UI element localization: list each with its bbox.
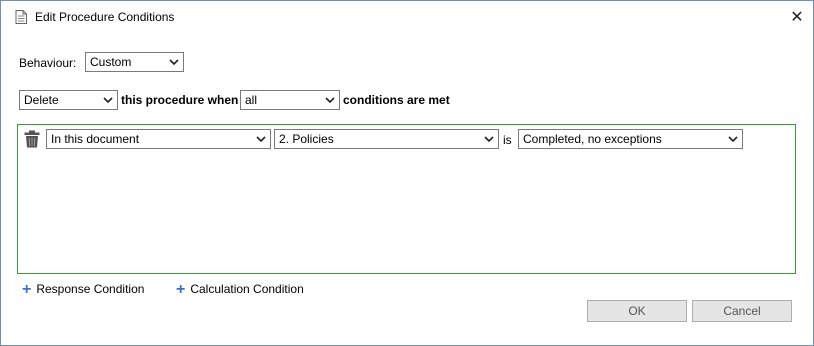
behaviour-select-value: Custom xyxy=(90,55,132,69)
action-select-value: Delete xyxy=(24,93,59,107)
behaviour-label: Behaviour: xyxy=(19,56,77,70)
cancel-button[interactable]: Cancel xyxy=(692,300,792,322)
trash-icon[interactable] xyxy=(24,130,40,148)
add-response-condition-label: Response Condition xyxy=(36,282,145,296)
condition-operator: is xyxy=(503,133,512,147)
chevron-down-icon xyxy=(728,136,738,143)
title-bar: Edit Procedure Conditions ✕ xyxy=(1,1,813,31)
close-button[interactable]: ✕ xyxy=(787,7,807,27)
behaviour-select[interactable]: Custom xyxy=(85,52,184,72)
add-calculation-condition-link[interactable]: + Calculation Condition xyxy=(176,280,304,298)
window-title: Edit Procedure Conditions xyxy=(35,10,175,24)
action-select[interactable]: Delete xyxy=(19,90,118,110)
document-icon xyxy=(15,10,27,24)
chevron-down-icon xyxy=(169,59,179,66)
chevron-down-icon xyxy=(103,97,113,104)
quantifier-select-value: all xyxy=(245,93,258,107)
condition-value-text: Completed, no exceptions xyxy=(523,132,662,146)
add-response-condition-link[interactable]: + Response Condition xyxy=(22,280,144,298)
condition-scope-select[interactable]: In this document xyxy=(46,129,271,149)
rule-text-middle: this procedure when xyxy=(121,93,239,107)
chevron-down-icon xyxy=(325,97,335,104)
condition-target-select[interactable]: 2. Policies xyxy=(274,129,499,149)
add-calculation-condition-label: Calculation Condition xyxy=(190,282,304,296)
ok-button[interactable]: OK xyxy=(587,300,687,322)
edit-procedure-conditions-dialog: Edit Procedure Conditions ✕ Behaviour: C… xyxy=(0,0,814,346)
condition-value-select[interactable]: Completed, no exceptions xyxy=(518,129,743,149)
condition-target-value: 2. Policies xyxy=(279,132,334,146)
rule-text-end: conditions are met xyxy=(343,93,450,107)
plus-icon: + xyxy=(22,281,32,298)
plus-icon: + xyxy=(176,281,186,298)
chevron-down-icon xyxy=(484,136,494,143)
close-icon: ✕ xyxy=(790,9,804,26)
conditions-panel: In this document 2. Policies is Complete… xyxy=(17,124,796,274)
chevron-down-icon xyxy=(256,136,266,143)
condition-scope-value: In this document xyxy=(51,132,140,146)
quantifier-select[interactable]: all xyxy=(240,90,340,110)
